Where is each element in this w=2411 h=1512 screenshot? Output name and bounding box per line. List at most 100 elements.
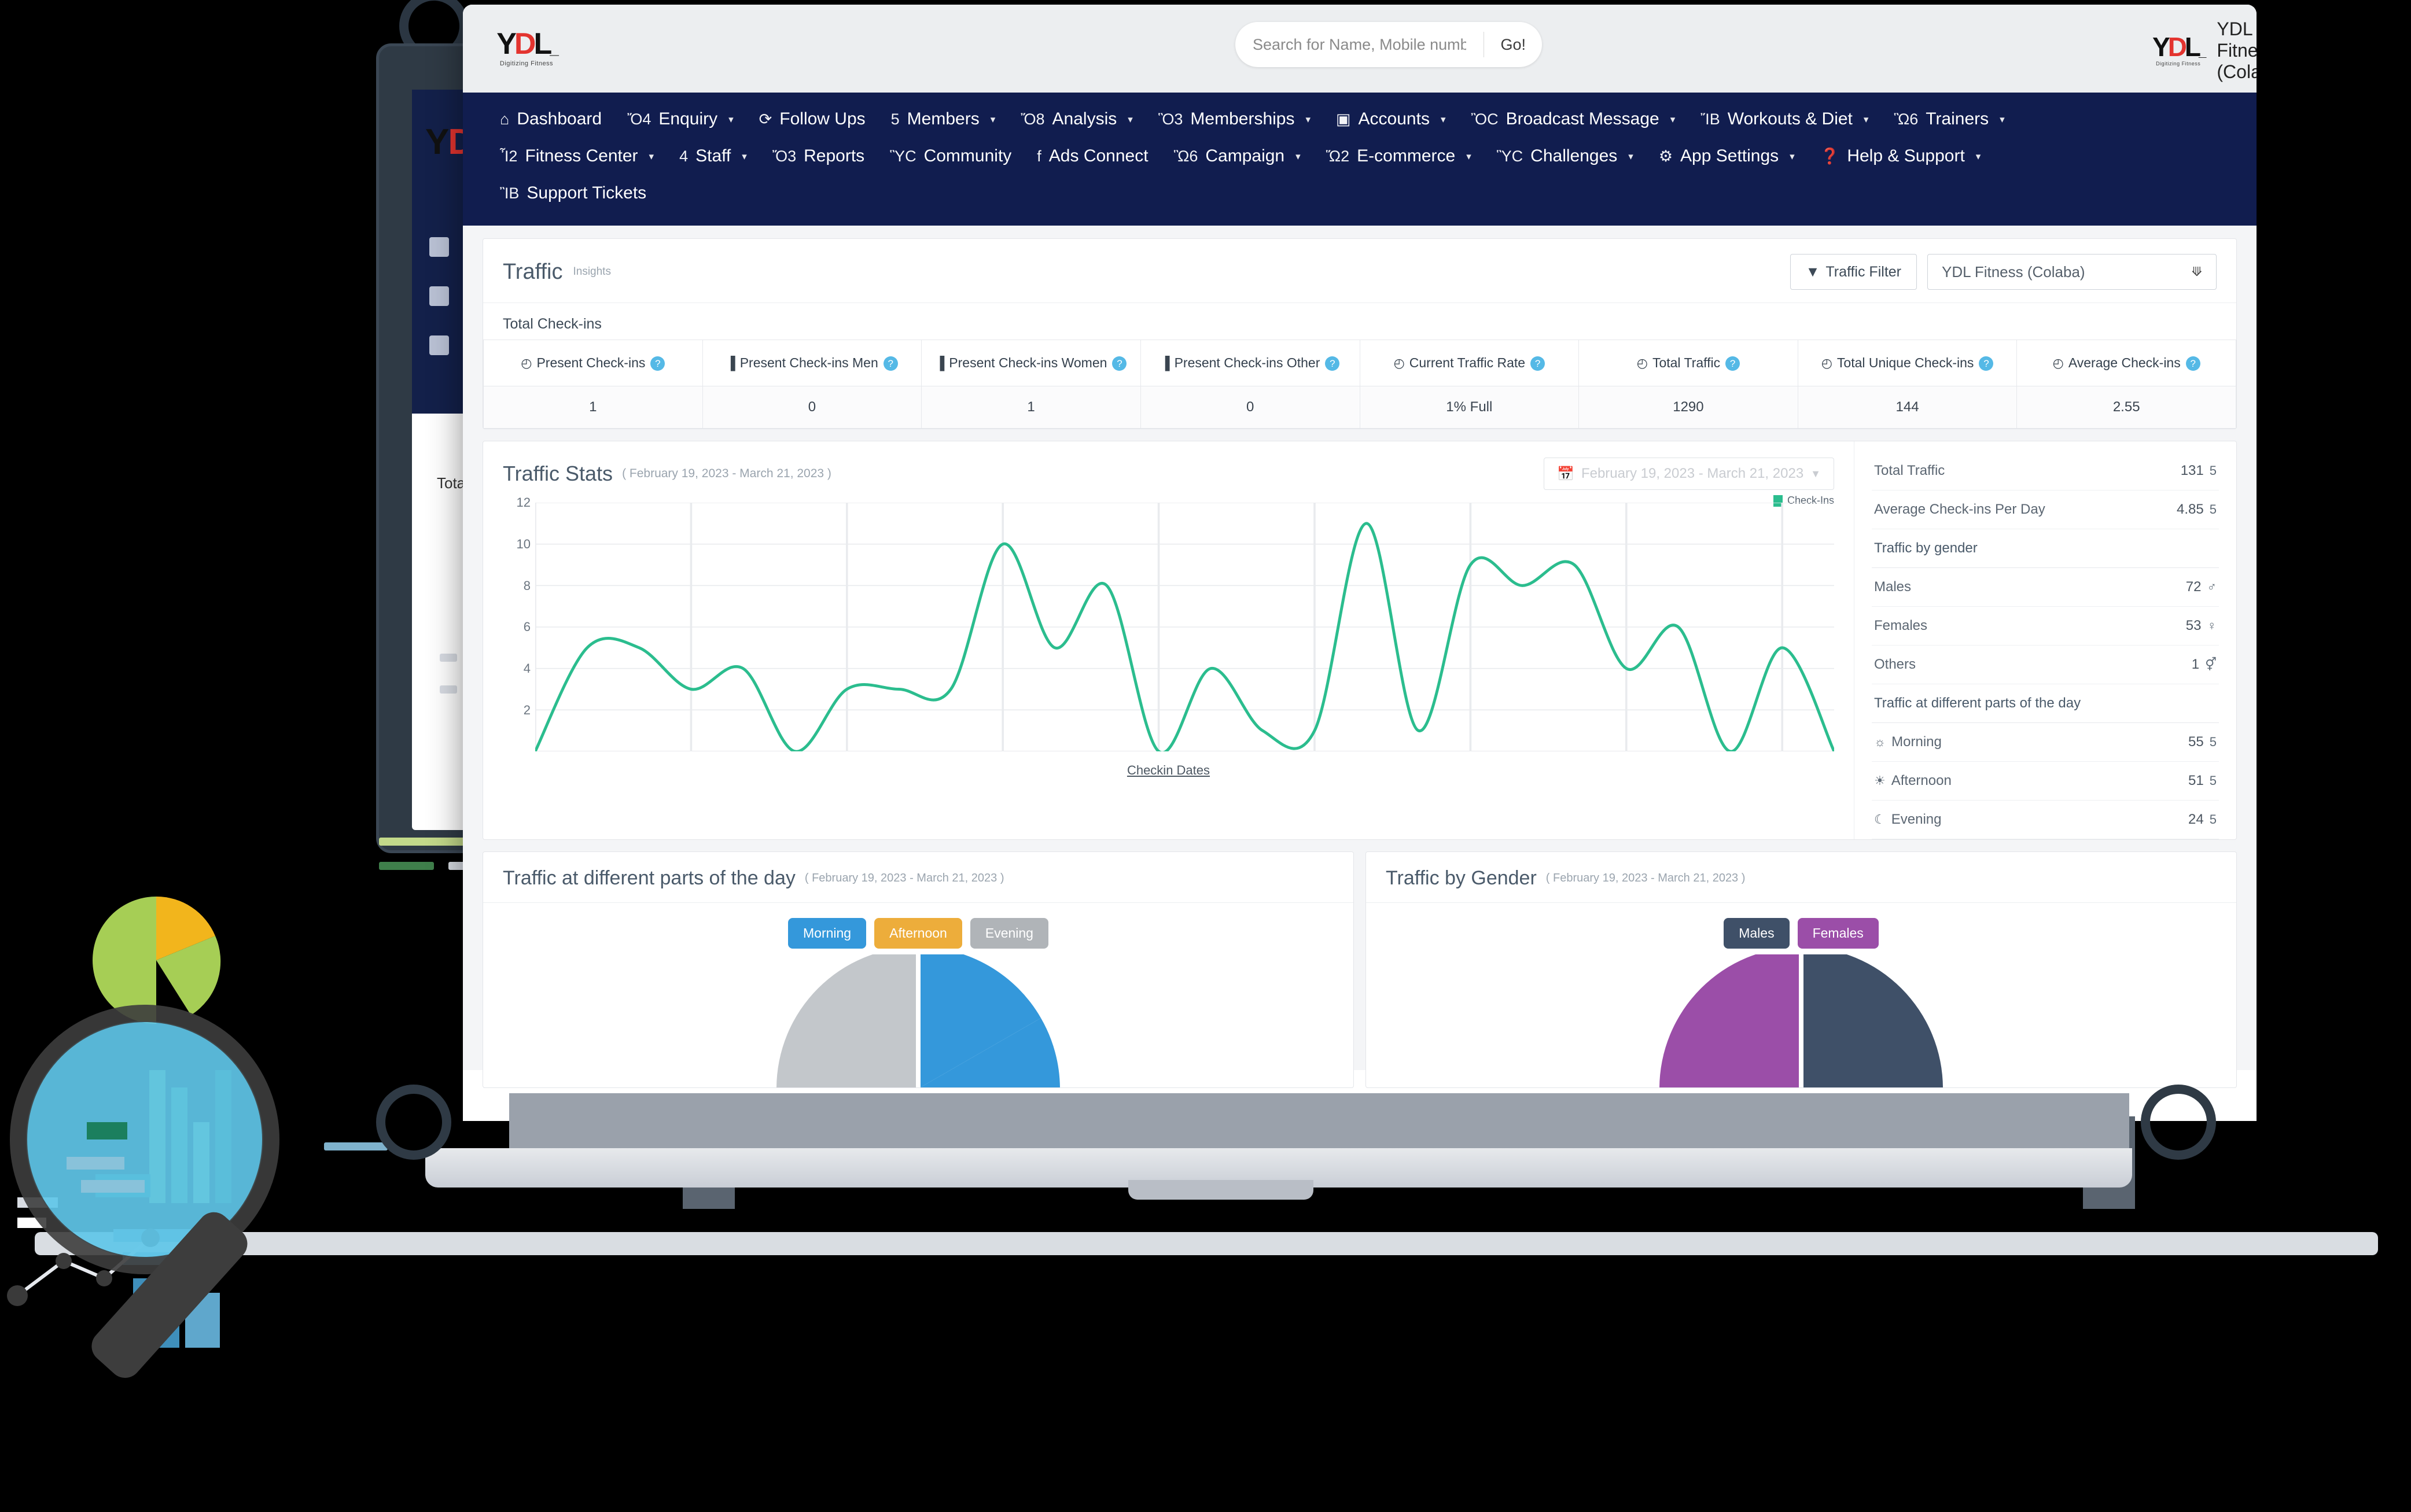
nav-item-label: Challenges	[1530, 147, 1617, 165]
stats-value-cell: 144	[1798, 386, 2017, 429]
search-go-button[interactable]: Go!	[1484, 36, 1542, 54]
help-icon[interactable]: ?	[650, 356, 665, 371]
global-search[interactable]: Go!	[1235, 22, 1542, 67]
summary-row-label: Morning	[1891, 734, 1942, 750]
stats-header-cell: ▐ Present Check-ins Women?	[922, 340, 1141, 386]
legend-pill-evening[interactable]: Evening	[970, 918, 1048, 949]
center-select[interactable]: YDL Fitness (Colaba) ⟱	[1927, 254, 2217, 290]
summary-section-heading: Traffic at different parts of the day	[1872, 684, 2219, 723]
date-range-picker[interactable]: 📅 February 19, 2023 - March 21, 2023 ▼	[1544, 458, 1834, 490]
decorative-sidebar-icon	[429, 286, 449, 306]
legend-pill-females[interactable]: Females	[1798, 918, 1879, 949]
summary-row-value: 53	[2186, 618, 2202, 634]
help-icon[interactable]: ?	[1979, 356, 1993, 371]
summary-row: Others 1 ⚥	[1872, 646, 2219, 684]
clock-icon: ◴	[2053, 356, 2064, 370]
nav-item-label: Analysis	[1052, 110, 1117, 128]
chevron-down-icon: ▾	[649, 152, 654, 161]
brand-logo[interactable]: YDL_ Digitizing Fitness	[492, 30, 561, 67]
nav-item-app-settings[interactable]: ⚙ App Settings ▾	[1646, 138, 1808, 175]
nav-item-enquiry[interactable]: Ὄ4 Enquiry ▾	[614, 101, 746, 138]
nav-item-e-commerce[interactable]: Ὥ2 E-commerce ▾	[1313, 138, 1484, 175]
stats-header-label: Total Unique Check-ins	[1837, 355, 1974, 370]
chevron-down-icon: ▾	[1628, 152, 1633, 161]
chevron-down-icon: ▾	[1466, 152, 1471, 161]
staff-icon: ὆4	[679, 149, 688, 164]
legend-pill-afternoon[interactable]: Afternoon	[874, 918, 962, 949]
summary-row-label: Females	[1874, 618, 1927, 634]
nav-item-label: Trainers	[1926, 110, 1989, 128]
nav-item-reports[interactable]: Ὄ3 Reports	[760, 138, 877, 175]
y-axis-tick: 4	[524, 661, 531, 676]
chevron-down-icon: ▾	[1790, 152, 1795, 161]
home-icon: ⌂	[500, 112, 509, 127]
help-icon[interactable]: ?	[1112, 356, 1127, 371]
gender-range: ( February 19, 2023 - March 21, 2023 )	[1546, 872, 1746, 885]
nav-item-label: Follow Ups	[779, 110, 865, 128]
traffic-filter-button[interactable]: ▼ Traffic Filter	[1790, 254, 1917, 290]
moon-icon: ☾	[1874, 812, 1886, 827]
stats-header-cell: ▐ Present Check-ins Men?	[702, 340, 922, 386]
nav-item-campaign[interactable]: Ὣ6 Campaign ▾	[1161, 138, 1313, 175]
card-icon: Ὃ3	[1158, 112, 1183, 127]
gear-icon: ⚙	[1659, 149, 1673, 164]
stats-header-label: Present Check-ins Men	[740, 355, 878, 370]
chevron-down-icon: ▾	[1441, 115, 1446, 124]
nav-item-workouts-diet[interactable]: ἼB Workouts & Diet ▾	[1688, 101, 1881, 138]
chevron-down-icon: ▼	[1810, 468, 1821, 480]
nav-item-analysis[interactable]: Ὄ8 Analysis ▾	[1008, 101, 1146, 138]
help-icon[interactable]: ?	[1725, 356, 1740, 371]
stats-value-cell: 1	[922, 386, 1141, 429]
help-icon[interactable]: ?	[2186, 356, 2200, 371]
decorative-sidebar-icon	[429, 335, 449, 355]
document-icon: Ὄ4	[627, 112, 651, 127]
group-icon: ὆5	[2210, 463, 2217, 478]
summary-row-label: Total Traffic	[1874, 463, 1945, 479]
nav-item-follow-ups[interactable]: ⟳ Follow Ups	[746, 101, 878, 138]
nav-row-1: ⌂ Dashboard Ὄ4 Enquiry ▾ ⟳ Follow Ups ὆5 Members…	[487, 101, 2232, 138]
building-icon: Ἶ2	[500, 149, 517, 164]
nav-item-memberships[interactable]: Ὃ3 Memberships ▾	[1146, 101, 1323, 138]
y-axis-tick: 8	[524, 578, 531, 593]
summary-row-value-group: 51 ὆5	[2188, 773, 2217, 789]
y-axis-tick: 6	[524, 619, 531, 635]
help-icon: ❓	[1820, 149, 1840, 164]
chevron-down-icon: ▾	[991, 115, 996, 124]
help-icon[interactable]: ?	[1530, 356, 1545, 371]
nav-item-label: Campaign	[1205, 147, 1284, 165]
summary-row-label: Afternoon	[1891, 773, 1952, 789]
nav-item-members[interactable]: ὆5 Members ▾	[878, 101, 1008, 138]
search-input[interactable]	[1235, 36, 1484, 54]
nav-item-support-tickets[interactable]: ἺB Support Tickets	[487, 175, 659, 212]
nav-item-dashboard[interactable]: ⌂ Dashboard	[487, 101, 614, 138]
stats-header-cell: ◴ Current Traffic Rate?	[1360, 340, 1579, 386]
stats-header-cell: ◴ Total Unique Check-ins?	[1798, 340, 2017, 386]
nav-item-broadcast-message[interactable]: ὊC Broadcast Message ▾	[1459, 101, 1688, 138]
summary-row-value-group: 72 ♂	[2186, 579, 2217, 595]
nav-item-help-support[interactable]: ❓ Help & Support ▾	[1808, 138, 1994, 175]
help-icon[interactable]: ?	[884, 356, 898, 371]
screenshot-stage: YDL Total YDL_ Digitizing Fitness Go! YD…	[0, 0, 2411, 1512]
summary-row-label: Evening	[1891, 812, 1942, 828]
nav-item-trainers[interactable]: Ὣ6 Trainers ▾	[1881, 101, 2017, 138]
legend-pill-males[interactable]: Males	[1724, 918, 1789, 949]
refresh-icon: ⟳	[759, 112, 772, 127]
magnifier-illustration	[0, 798, 723, 1512]
legend-pill-morning[interactable]: Morning	[788, 918, 866, 949]
summary-row-value-group: 131 ὆5	[2181, 463, 2217, 479]
nav-item-fitness-center[interactable]: Ἶ2 Fitness Center ▾	[487, 138, 667, 175]
nav-item-ads-connect[interactable]: f Ads Connect	[1024, 138, 1161, 175]
summary-row-value-group: 24 ὆5	[2188, 812, 2217, 828]
summary-row-label: Average Check-ins Per Day	[1874, 501, 2045, 518]
help-icon[interactable]: ?	[1325, 356, 1339, 371]
y-axis-tick: 2	[524, 703, 531, 718]
summary-row-label: Traffic at different parts of the day	[1874, 695, 2081, 711]
nav-item-staff[interactable]: ὆4 Staff ▾	[667, 138, 760, 175]
nav-item-community[interactable]: ὛC Community	[877, 138, 1024, 175]
nav-item-accounts[interactable]: ▣ Accounts ▾	[1323, 101, 1458, 138]
facebook-icon: f	[1037, 149, 1041, 164]
summary-row: ☼ Morning 55 ὆5	[1872, 723, 2219, 762]
nav-item-challenges[interactable]: ὛC Challenges ▾	[1484, 138, 1646, 175]
stats-header-label: Present Check-ins	[536, 355, 645, 370]
nav-item-label: Fitness Center	[525, 147, 638, 165]
